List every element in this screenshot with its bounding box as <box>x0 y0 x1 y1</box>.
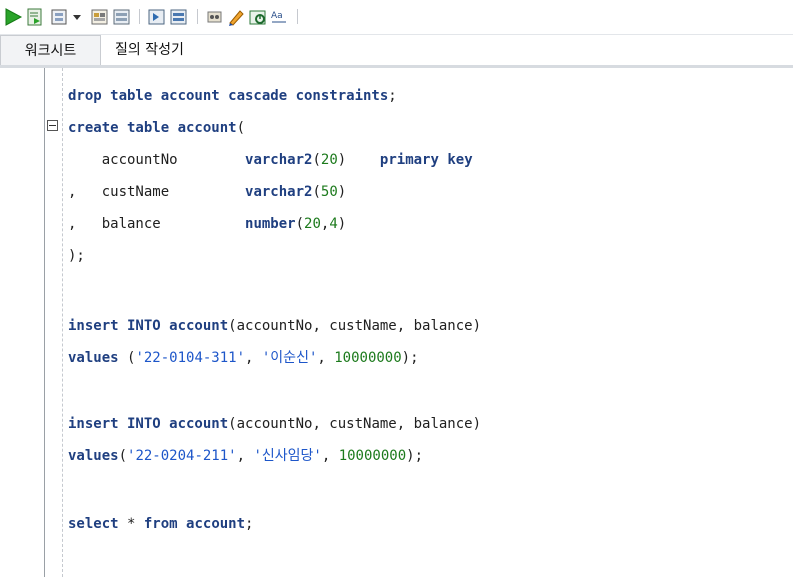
code-token: ) <box>472 318 482 334</box>
tab-worksheet[interactable]: 워크시트 <box>0 35 101 66</box>
code-token: insert INTO account <box>68 416 229 432</box>
code-token: values <box>68 448 119 464</box>
tab-query-builder[interactable]: 질의 작성기 <box>109 35 225 65</box>
format-case-icon[interactable] <box>248 7 268 27</box>
code-token: '신사임당' <box>253 448 322 464</box>
code-token: account <box>186 516 246 532</box>
gutter-border <box>44 68 45 577</box>
toolbar: Aa <box>0 0 793 35</box>
code-token: ( <box>312 184 321 200</box>
code-line[interactable]: drop table account cascade constraints; <box>68 80 397 112</box>
dropdown-icon[interactable] <box>71 7 83 27</box>
commit-icon[interactable] <box>90 7 110 27</box>
code-line[interactable]: , balance number(20,4) <box>68 208 346 240</box>
code-line[interactable]: values ('22-0104-311', '이순신', 10000000); <box>68 342 419 374</box>
code-token: 20 <box>320 152 338 168</box>
code-token: ( <box>228 318 237 334</box>
code-token: ( <box>118 350 136 366</box>
history-icon[interactable] <box>226 7 246 27</box>
code-token: primary key <box>379 152 473 168</box>
code-token: varchar2 <box>245 184 313 200</box>
rollback-icon[interactable] <box>112 7 132 27</box>
code-token: '22-0204-211' <box>127 448 237 464</box>
code-token: accountNo <box>68 152 246 168</box>
code-token: , <box>236 448 254 464</box>
code-token: , <box>68 216 102 232</box>
code-token: number <box>245 216 296 232</box>
fold-guide <box>62 68 63 577</box>
code-token: , <box>321 448 339 464</box>
code-line[interactable]: select * from account; <box>68 508 253 540</box>
code-token: , <box>317 350 335 366</box>
code-token: drop table account cascade constraints <box>68 88 389 104</box>
code-token: 50 <box>320 184 338 200</box>
code-token: 4 <box>329 216 338 232</box>
code-token: ( <box>312 152 321 168</box>
fold-collapse-icon[interactable] <box>47 120 58 131</box>
toolbar-separator <box>139 9 140 24</box>
tab-label: 질의 작성기 <box>115 42 184 58</box>
code-token: 10000000 <box>338 448 407 464</box>
sql-tuning-icon[interactable] <box>169 7 189 27</box>
code-token: '22-0104-311' <box>135 350 246 366</box>
code-token: ) <box>337 184 347 200</box>
code-token: '이순신' <box>261 350 318 366</box>
code-token: ( <box>118 448 128 464</box>
run-statement-icon[interactable] <box>3 7 23 27</box>
code-line[interactable]: , custName varchar2(50) <box>68 176 346 208</box>
code-token: balance <box>101 216 246 232</box>
code-token: ; <box>388 88 397 104</box>
code-token: ); <box>406 448 423 464</box>
code-token: values <box>68 350 119 366</box>
code-token: ( <box>228 416 237 432</box>
format-icon[interactable]: Aa <box>269 7 289 27</box>
code-line[interactable]: values('22-0204-211', '신사임당', 10000000); <box>68 440 423 472</box>
code-token: ; <box>245 516 254 532</box>
code-token: from <box>143 516 178 532</box>
svg-text:Aa: Aa <box>271 11 283 21</box>
code-line[interactable]: insert INTO account(accountNo, custName,… <box>68 310 481 342</box>
code-token: select <box>68 516 119 532</box>
code-line[interactable]: create table account( <box>68 112 262 144</box>
code-token: ) <box>337 152 347 168</box>
code-token: create table account <box>68 120 237 136</box>
code-token: ) <box>472 416 482 432</box>
code-token: ); <box>401 350 419 366</box>
code-token: varchar2 <box>245 152 313 168</box>
editor-tabs: 워크시트 질의 작성기 <box>0 35 793 66</box>
code-token: * <box>118 516 144 532</box>
code-token: custName <box>101 184 246 200</box>
sql-editor[interactable]: drop table account cascade constraints; … <box>0 68 793 577</box>
code-token: ) <box>337 216 347 232</box>
tab-label: 워크시트 <box>24 43 77 59</box>
code-token: 20 <box>304 216 321 232</box>
cancel-icon[interactable] <box>147 7 167 27</box>
clear-eraser-icon[interactable] <box>205 7 225 27</box>
code-line[interactable]: ); <box>68 240 85 272</box>
code-token: 10000000 <box>334 350 402 366</box>
code-token: accountNo, custName, balance <box>236 318 473 334</box>
code-token: accountNo, custName, balance <box>236 416 473 432</box>
code-token: ); <box>68 248 85 264</box>
code-token: ( <box>236 120 262 136</box>
code-token: ( <box>295 216 305 232</box>
autotrace-icon[interactable] <box>50 7 70 27</box>
code-line[interactable]: accountNo varchar2(20) primary key <box>68 144 473 176</box>
code-token: , <box>68 184 102 200</box>
run-script-icon[interactable] <box>25 7 45 27</box>
code-token: insert INTO account <box>68 318 229 334</box>
toolbar-separator <box>297 9 298 24</box>
toolbar-separator <box>197 9 198 24</box>
code-line[interactable]: insert INTO account(accountNo, custName,… <box>68 408 481 440</box>
code-token: , <box>245 350 262 366</box>
